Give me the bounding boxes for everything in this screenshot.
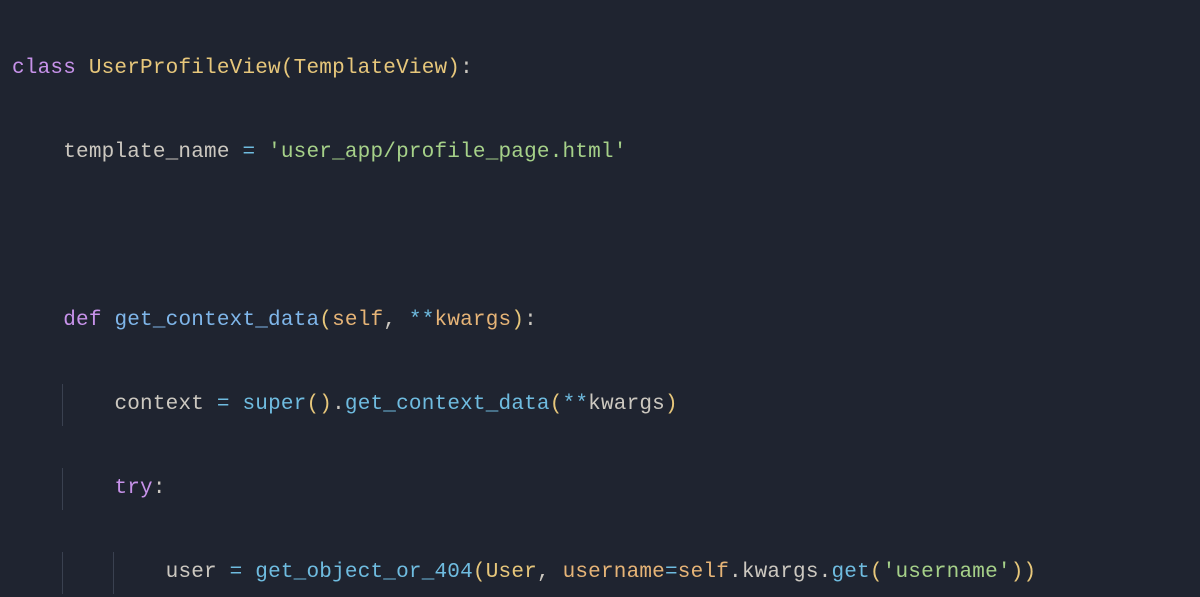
paren: ) [665, 393, 678, 416]
param-self: self [678, 561, 729, 584]
colon: : [153, 477, 166, 500]
identifier: context [114, 393, 204, 416]
param-kwargs: kwargs [435, 309, 512, 332]
function-call: get_object_or_404 [255, 561, 473, 584]
indent-guide [113, 552, 114, 594]
operator-stars: ** [563, 393, 589, 416]
operator-eq: = [665, 561, 678, 584]
string-literal: 'user_app/profile_page.html' [268, 141, 626, 164]
code-line: def get_context_data(self, **kwargs): [12, 300, 1200, 342]
attribute: template_name [63, 141, 229, 164]
paren: ( [870, 561, 883, 584]
comma: , [383, 309, 409, 332]
operator-stars: ** [409, 309, 435, 332]
keyword-try: try [114, 477, 152, 500]
comma: , [537, 561, 563, 584]
operator-eq: = [204, 393, 242, 416]
colon: : [460, 57, 473, 80]
kwarg-name: username [563, 561, 665, 584]
dot: . [729, 561, 742, 584]
identifier: kwargs [588, 393, 665, 416]
parens: () [306, 393, 332, 416]
paren: ) [447, 57, 460, 80]
code-editor[interactable]: class UserProfileView(TemplateView): tem… [0, 0, 1200, 597]
operator-eq: = [230, 141, 268, 164]
code-line: context = super().get_context_data(**kwa… [12, 384, 1200, 426]
code-line: class UserProfileView(TemplateView): [12, 48, 1200, 90]
colon: : [524, 309, 537, 332]
builtin-super: super [242, 393, 306, 416]
function-name: get_context_data [114, 309, 319, 332]
code-line-blank [12, 216, 1200, 258]
method-call: get_context_data [345, 393, 550, 416]
keyword-def: def [63, 309, 101, 332]
keyword-class: class [12, 57, 76, 80]
paren: ) [1024, 561, 1037, 584]
paren: ( [550, 393, 563, 416]
operator-eq: = [217, 561, 255, 584]
string-literal: 'username' [883, 561, 1011, 584]
method-call: get [831, 561, 869, 584]
base-class: TemplateView [294, 57, 448, 80]
dot: . [819, 561, 832, 584]
paren: ( [319, 309, 332, 332]
identifier: user [166, 561, 217, 584]
code-line: template_name = 'user_app/profile_page.h… [12, 132, 1200, 174]
paren: ( [281, 57, 294, 80]
code-line: try: [12, 468, 1200, 510]
indent-guide [62, 384, 63, 426]
paren: ) [1011, 561, 1024, 584]
indent-guide [62, 468, 63, 510]
paren: ) [511, 309, 524, 332]
type-name: User [486, 561, 537, 584]
code-line: user = get_object_or_404(User, username=… [12, 552, 1200, 594]
indent-guide [62, 552, 63, 594]
class-name: UserProfileView [89, 57, 281, 80]
dot: . [332, 393, 345, 416]
paren: ( [473, 561, 486, 584]
identifier: kwargs [742, 561, 819, 584]
param-self: self [332, 309, 383, 332]
